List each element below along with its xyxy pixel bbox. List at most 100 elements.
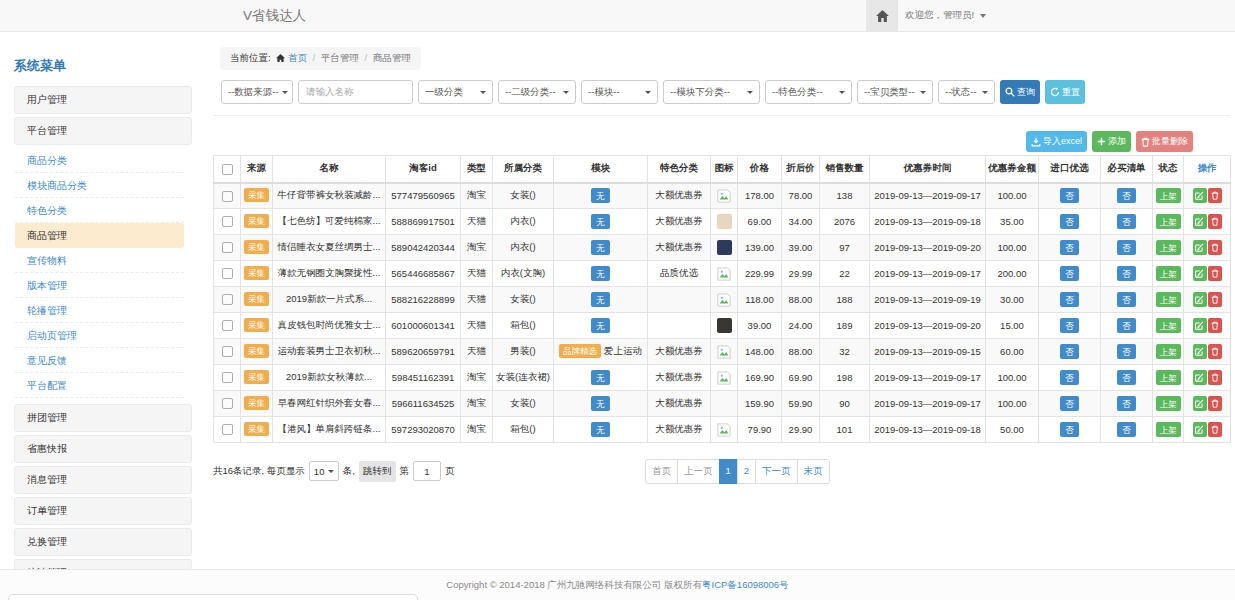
sidebar-item[interactable]: 宣传物料 bbox=[15, 248, 184, 273]
module-select[interactable]: --模块-- bbox=[581, 80, 658, 104]
sidebar-group[interactable]: 兑换管理 bbox=[14, 528, 192, 556]
sidebar-item[interactable]: 商品分类 bbox=[15, 148, 184, 173]
status-badge[interactable]: 上架 bbox=[1156, 422, 1181, 437]
level1-category-select[interactable]: 一级分类 bbox=[418, 80, 493, 104]
imported-badge[interactable]: 否 bbox=[1060, 240, 1079, 255]
must-buy-badge[interactable]: 否 bbox=[1117, 396, 1136, 411]
user-menu[interactable]: 欢迎您，管理员! bbox=[905, 0, 986, 31]
status-badge[interactable]: 上架 bbox=[1156, 214, 1181, 229]
imported-badge[interactable]: 否 bbox=[1060, 396, 1079, 411]
sidebar-item[interactable]: 版本管理 bbox=[15, 273, 184, 298]
row-checkbox[interactable] bbox=[222, 294, 233, 305]
delete-button[interactable] bbox=[1208, 240, 1222, 255]
sidebar-item[interactable]: 平台配置 bbox=[15, 373, 184, 398]
status-badge[interactable]: 上架 bbox=[1156, 240, 1181, 255]
row-checkbox[interactable] bbox=[222, 268, 233, 279]
edit-button[interactable] bbox=[1193, 292, 1207, 307]
status-badge[interactable]: 上架 bbox=[1156, 266, 1181, 281]
row-checkbox[interactable] bbox=[222, 398, 233, 409]
status-badge[interactable]: 上架 bbox=[1156, 292, 1181, 307]
item-type-select[interactable]: --宝贝类型-- bbox=[857, 80, 933, 104]
status-badge[interactable]: 上架 bbox=[1156, 188, 1181, 203]
edit-button[interactable] bbox=[1193, 344, 1207, 359]
page-button[interactable]: 2 bbox=[737, 459, 756, 484]
must-buy-badge[interactable]: 否 bbox=[1117, 370, 1136, 385]
sidebar-group[interactable]: 平台管理 bbox=[14, 117, 192, 145]
edit-button[interactable] bbox=[1193, 370, 1207, 385]
imported-badge[interactable]: 否 bbox=[1060, 266, 1079, 281]
status-badge[interactable]: 上架 bbox=[1156, 396, 1181, 411]
page-button[interactable]: 上一页 bbox=[677, 459, 720, 484]
row-checkbox[interactable] bbox=[222, 216, 233, 227]
delete-button[interactable] bbox=[1208, 188, 1222, 203]
page-jump-input[interactable]: 1 bbox=[413, 461, 441, 481]
status-select[interactable]: --状态-- bbox=[938, 80, 995, 104]
sidebar-item[interactable]: 轮播管理 bbox=[15, 298, 184, 323]
jump-button[interactable]: 跳转到 bbox=[359, 461, 396, 482]
imported-badge[interactable]: 否 bbox=[1060, 370, 1079, 385]
module-sub-category-select[interactable]: --模块下分类-- bbox=[663, 80, 760, 104]
must-buy-badge[interactable]: 否 bbox=[1117, 318, 1136, 333]
edit-button[interactable] bbox=[1193, 188, 1207, 203]
delete-button[interactable] bbox=[1208, 422, 1222, 437]
sidebar-group[interactable]: 用户管理 bbox=[14, 86, 192, 114]
page-button[interactable]: 下一页 bbox=[755, 459, 798, 484]
row-checkbox[interactable] bbox=[222, 242, 233, 253]
imported-badge[interactable]: 否 bbox=[1060, 214, 1079, 229]
row-checkbox[interactable] bbox=[222, 424, 233, 435]
must-buy-badge[interactable]: 否 bbox=[1117, 422, 1136, 437]
feature-category-select[interactable]: --特色分类-- bbox=[765, 80, 852, 104]
imported-badge[interactable]: 否 bbox=[1060, 318, 1079, 333]
add-button[interactable]: 添加 bbox=[1092, 131, 1131, 152]
import-excel-button[interactable]: 导入excel bbox=[1026, 131, 1087, 152]
must-buy-badge[interactable]: 否 bbox=[1117, 188, 1136, 203]
sidebar-group[interactable]: 省惠快报 bbox=[14, 435, 192, 463]
sidebar-item[interactable]: 特色分类 bbox=[15, 198, 184, 223]
delete-button[interactable] bbox=[1208, 370, 1222, 385]
must-buy-badge[interactable]: 否 bbox=[1117, 214, 1136, 229]
delete-button[interactable] bbox=[1208, 396, 1222, 411]
delete-button[interactable] bbox=[1208, 214, 1222, 229]
row-checkbox[interactable] bbox=[222, 372, 233, 383]
data-source-select[interactable]: --数据来源-- bbox=[221, 80, 293, 104]
edit-button[interactable] bbox=[1193, 266, 1207, 281]
delete-button[interactable] bbox=[1208, 292, 1222, 307]
sidebar-item[interactable]: 商品管理 bbox=[15, 223, 184, 248]
query-button[interactable]: 查询 bbox=[1000, 80, 1040, 104]
row-checkbox[interactable] bbox=[222, 320, 233, 331]
delete-button[interactable] bbox=[1208, 318, 1222, 333]
row-checkbox[interactable] bbox=[222, 346, 233, 357]
name-input[interactable]: 请输入名称 bbox=[298, 80, 413, 104]
edit-button[interactable] bbox=[1193, 396, 1207, 411]
select-all-checkbox[interactable] bbox=[222, 164, 233, 175]
edit-button[interactable] bbox=[1193, 422, 1207, 437]
sidebar-item[interactable]: 启动页管理 bbox=[15, 323, 184, 348]
page-button[interactable]: 1 bbox=[719, 459, 738, 484]
imported-badge[interactable]: 否 bbox=[1060, 344, 1079, 359]
status-badge[interactable]: 上架 bbox=[1156, 344, 1181, 359]
sidebar-item[interactable]: 模块商品分类 bbox=[15, 173, 184, 198]
delete-button[interactable] bbox=[1208, 266, 1222, 281]
per-page-select[interactable]: 10 bbox=[309, 461, 339, 481]
edit-button[interactable] bbox=[1193, 240, 1207, 255]
reset-button[interactable]: 重置 bbox=[1045, 80, 1085, 104]
must-buy-badge[interactable]: 否 bbox=[1117, 240, 1136, 255]
delete-button[interactable] bbox=[1208, 344, 1222, 359]
must-buy-badge[interactable]: 否 bbox=[1117, 266, 1136, 281]
level2-category-select[interactable]: --二级分类-- bbox=[498, 80, 576, 104]
sidebar-group[interactable]: 消息管理 bbox=[14, 466, 192, 494]
must-buy-badge[interactable]: 否 bbox=[1117, 344, 1136, 359]
edit-button[interactable] bbox=[1193, 318, 1207, 333]
breadcrumb-home-link[interactable]: 首页 bbox=[288, 52, 307, 63]
icp-link[interactable]: 粤ICP备16098006号 bbox=[702, 579, 789, 590]
edit-button[interactable] bbox=[1193, 214, 1207, 229]
sidebar-group[interactable]: 拼团管理 bbox=[14, 404, 192, 432]
imported-badge[interactable]: 否 bbox=[1060, 188, 1079, 203]
batch-delete-button[interactable]: 批量删除 bbox=[1136, 131, 1193, 152]
row-checkbox[interactable] bbox=[222, 191, 233, 202]
imported-badge[interactable]: 否 bbox=[1060, 422, 1079, 437]
imported-badge[interactable]: 否 bbox=[1060, 292, 1079, 307]
status-badge[interactable]: 上架 bbox=[1156, 370, 1181, 385]
must-buy-badge[interactable]: 否 bbox=[1117, 292, 1136, 307]
home-button[interactable] bbox=[866, 0, 898, 31]
